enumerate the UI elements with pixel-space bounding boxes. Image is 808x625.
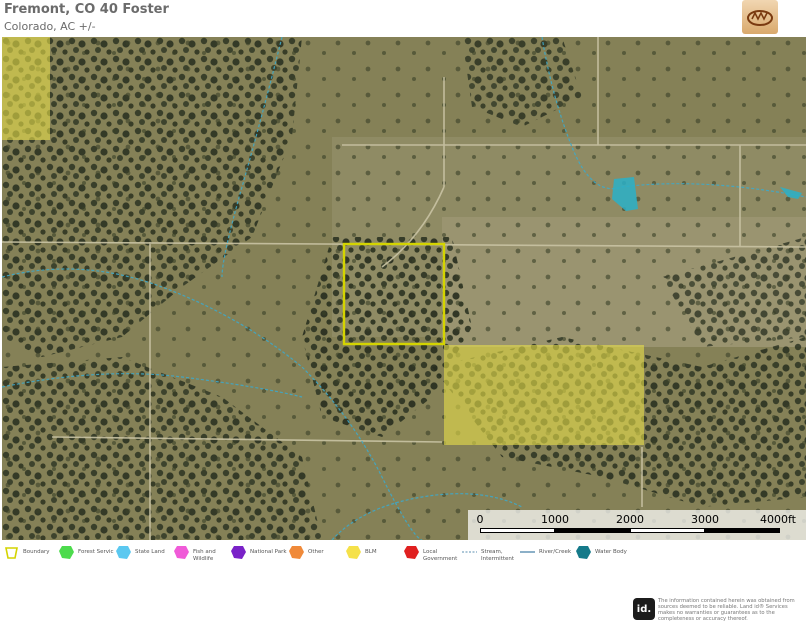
legend-item-state-land: State Land (116, 545, 165, 560)
scale-label: 4000ft (760, 513, 796, 526)
scale-segment (705, 528, 780, 533)
map-legend: Boundary Forest Servic State Land Fish a… (4, 545, 644, 569)
legend-label: River/Creek (539, 549, 572, 555)
legend-item-national-park: National Park (231, 545, 287, 560)
legend-label: National Park (250, 549, 287, 555)
legend-item-forest-service: Forest Servic (59, 545, 114, 560)
aerial-map[interactable]: 0 1000 2000 3000 4000ft (2, 37, 806, 540)
legend-item-stream: Stream, Intermittent (462, 545, 515, 563)
river-icon (520, 551, 535, 553)
logo-emblem-icon (747, 10, 773, 26)
legend-item-water-body: Water Body (576, 545, 627, 560)
legend-label: Local Government (423, 549, 458, 562)
national-park-icon (231, 546, 246, 559)
legend-label: Water Body (595, 549, 627, 555)
local-gov-icon (404, 546, 419, 559)
water-body-icon (576, 546, 591, 559)
legend-item-local-government: Local Government (404, 545, 457, 563)
disclaimer-text: The information contained herein was obt… (658, 598, 795, 622)
scale-segment (555, 528, 630, 533)
scale-label: 1000 (541, 513, 569, 526)
map-canvas (2, 37, 806, 540)
blm-icon (346, 546, 361, 559)
legend-label: Stream, Intermittent (481, 549, 515, 562)
map-title: Fremont, CO 40 Foster (4, 2, 169, 17)
legend-item-other: Other (289, 545, 324, 560)
scale-bar: 0 1000 2000 3000 4000ft (468, 510, 806, 540)
legend-label: State Land (135, 549, 165, 555)
legend-item-fish-wildlife: Fish and Wildlife (174, 545, 217, 563)
legend-item-river: River/Creek (520, 545, 571, 560)
legend-label: Forest Servic (78, 549, 114, 555)
map-header: Fremont, CO 40 Foster Colorado, AC +/- (4, 2, 169, 34)
scale-label: 2000 (616, 513, 644, 526)
legend-item-boundary: Boundary (4, 545, 50, 560)
scale-label: 3000 (691, 513, 719, 526)
blm-parcel (444, 345, 644, 445)
legend-label: Other (308, 549, 324, 555)
disclaimer: id. The information contained herein was… (633, 598, 805, 622)
boundary-icon (5, 547, 18, 559)
map-subtitle: Colorado, AC +/- (4, 20, 96, 33)
scale-segment (630, 528, 705, 533)
legend-label: BLM (365, 549, 377, 555)
fish-wildlife-icon (174, 546, 189, 559)
land-id-logo: id. (633, 598, 655, 620)
brand-logo (742, 0, 778, 34)
stream-icon (462, 551, 477, 553)
legend-label: Fish and Wildlife (193, 549, 216, 562)
blm-parcel (2, 37, 50, 140)
legend-item-blm: BLM (346, 545, 377, 560)
state-land-icon (116, 546, 131, 559)
other-icon (289, 546, 304, 559)
scale-segment (480, 528, 555, 533)
scale-label: 0 (476, 513, 484, 526)
legend-label: Boundary (23, 549, 50, 555)
forest-service-icon (59, 546, 74, 559)
